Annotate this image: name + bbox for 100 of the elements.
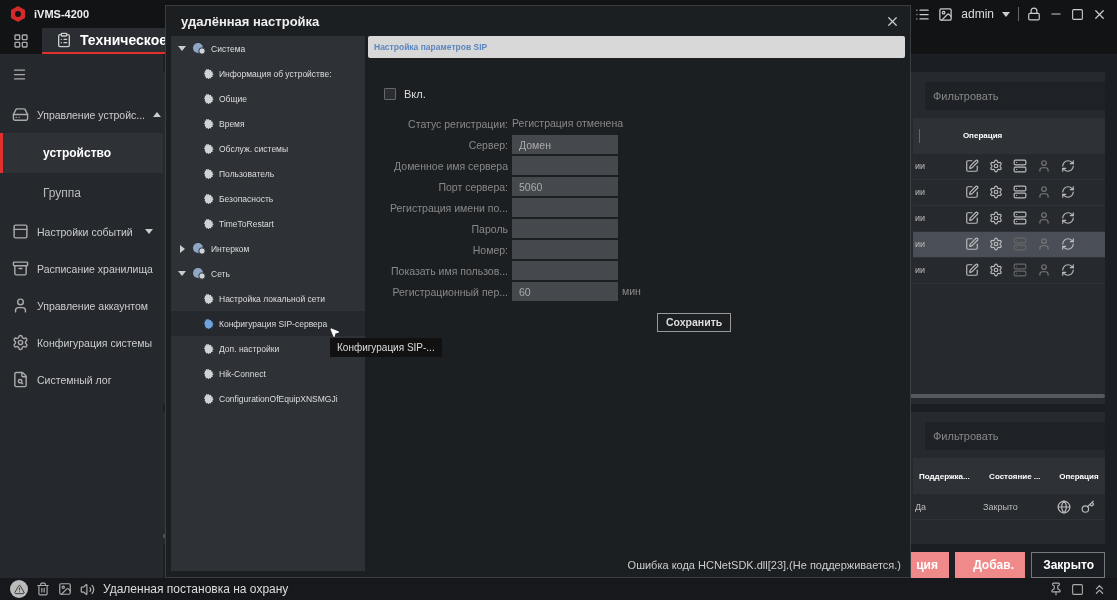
sidebar-item[interactable]: Управление аккаунтом [0, 287, 163, 324]
expander-icon[interactable] [179, 244, 185, 253]
user-icon[interactable] [1037, 159, 1051, 174]
input-field[interactable] [512, 198, 618, 217]
settings-icon[interactable] [989, 237, 1003, 252]
tree-node[interactable]: Hik-Connect [171, 361, 365, 386]
lock-icon[interactable] [1027, 7, 1041, 21]
caret-icon[interactable] [1002, 11, 1010, 17]
table-cell-text: ии [914, 239, 927, 250]
tree-node[interactable]: Интерком [171, 236, 365, 261]
gear-icon [203, 368, 214, 379]
sidebar-item[interactable]: Расписание хранилища [0, 250, 163, 287]
tree-node[interactable]: ConfigurationOfEquipXNSMGJi [171, 386, 365, 411]
tree-node[interactable]: Сеть [171, 261, 365, 286]
field-label: Статус регистрации: [407, 117, 508, 130]
image-icon[interactable] [58, 582, 72, 596]
refresh-icon[interactable] [1061, 185, 1075, 200]
input-field[interactable] [512, 219, 618, 238]
tree-node[interactable]: Безопасность [171, 186, 365, 211]
maximize-icon[interactable] [1071, 7, 1084, 21]
speaker-icon[interactable] [80, 581, 95, 597]
user-icon[interactable] [1037, 185, 1051, 200]
field-label: Регистрационный пер... [391, 285, 508, 298]
image-icon[interactable] [938, 6, 954, 22]
tree-node[interactable]: Настройка локальной сети [171, 286, 365, 311]
refresh-icon[interactable] [1061, 263, 1075, 278]
pin-icon[interactable] [1049, 582, 1063, 596]
input-field[interactable]: 60 [512, 282, 618, 301]
grid-icon[interactable] [13, 33, 29, 49]
tree-node[interactable]: Обслуж. системы [171, 136, 365, 161]
tooltip: Конфигурация SIP-... [330, 338, 442, 357]
sidebar-item[interactable]: устройство [0, 133, 163, 173]
scrollbar[interactable] [910, 394, 1105, 399]
server-icon[interactable] [1013, 185, 1027, 200]
globe-icon[interactable] [1057, 499, 1071, 514]
key-icon[interactable] [1081, 499, 1095, 514]
column-header[interactable]: Состояние ... [983, 471, 1054, 481]
table-row[interactable]: ии [913, 231, 1105, 258]
edit-icon[interactable] [965, 263, 979, 278]
trash-icon[interactable] [36, 582, 50, 596]
list-icon[interactable] [915, 6, 931, 22]
input-field[interactable]: Домен [512, 135, 618, 154]
column-header[interactable]: Операция [1053, 471, 1105, 481]
server-icon[interactable] [1013, 211, 1027, 226]
gear-icon [203, 118, 214, 129]
user-icon[interactable] [1037, 263, 1051, 278]
expander-icon[interactable] [178, 271, 186, 276]
tree-node[interactable]: TimeToRestart [171, 211, 365, 236]
user-icon[interactable] [1037, 211, 1051, 226]
gear-icon [203, 193, 214, 204]
input-field[interactable] [512, 261, 618, 280]
column-header[interactable]: Операция [956, 131, 1105, 141]
action-button[interactable]: Закрыто [1031, 552, 1105, 578]
gear-icon [203, 93, 214, 104]
user-name[interactable]: admin [961, 7, 994, 21]
tree-node[interactable]: Информация об устройстве: [171, 61, 365, 86]
tree-node[interactable]: Общие [171, 86, 365, 111]
expander-icon[interactable] [178, 46, 186, 51]
refresh-icon[interactable] [1061, 211, 1075, 226]
enable-checkbox[interactable] [384, 88, 396, 100]
column-header[interactable]: Поддержка... [913, 471, 984, 481]
table-cell-text: ии [914, 213, 927, 224]
sidebar-item[interactable]: Системный лог [0, 361, 163, 398]
table-cell-text: ии [914, 161, 927, 172]
settings-icon[interactable] [989, 185, 1003, 200]
save-button[interactable]: Сохранить [657, 312, 732, 332]
logo-icon [10, 6, 26, 22]
input-field[interactable]: 5060 [512, 177, 618, 196]
refresh-icon[interactable] [1061, 159, 1075, 174]
cursor-icon [329, 327, 340, 338]
input-field[interactable] [512, 156, 618, 175]
status-message: Удаленная постановка на охрану [103, 582, 289, 596]
caret-icon[interactable] [145, 229, 153, 234]
globe-gear-icon [192, 267, 206, 280]
alert-icon[interactable] [10, 580, 28, 598]
tree-node[interactable]: Пользователь [171, 161, 365, 186]
tree-node[interactable]: Время [171, 111, 365, 136]
filter-field[interactable]: Фильтровать [925, 81, 1105, 110]
input-field[interactable] [512, 240, 618, 259]
sidebar-item[interactable]: Группа [0, 173, 163, 213]
window-icon[interactable] [1071, 582, 1084, 596]
settings-icon[interactable] [989, 159, 1003, 174]
edit-icon[interactable] [965, 159, 979, 174]
sidebar-item[interactable]: Конфигурация системы [0, 324, 163, 361]
server-icon[interactable] [1013, 159, 1027, 174]
settings-icon[interactable] [989, 263, 1003, 278]
edit-icon[interactable] [965, 237, 979, 252]
sidebar-item[interactable]: Настройки событий [0, 213, 163, 250]
refresh-icon[interactable] [1061, 237, 1075, 252]
filter-field[interactable]: Фильтровать [925, 422, 1105, 451]
menu-icon[interactable] [12, 66, 27, 82]
field-label: Показать имя пользов... [390, 264, 508, 277]
gear-icon [203, 218, 214, 229]
gear-icon [203, 343, 214, 354]
settings-icon[interactable] [989, 211, 1003, 226]
user-icon [12, 297, 29, 314]
edit-icon[interactable] [965, 211, 979, 226]
tree-node[interactable]: Конфигурация SIP-сервера [171, 311, 365, 336]
edit-icon[interactable] [965, 185, 979, 200]
gear-icon [203, 393, 214, 404]
